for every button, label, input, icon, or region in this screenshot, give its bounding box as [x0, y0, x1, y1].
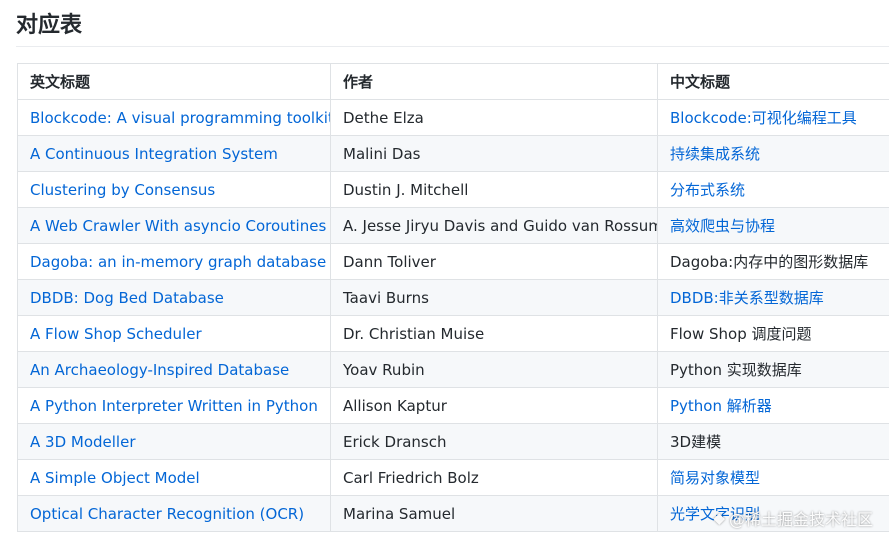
- section-heading: 对应表: [16, 8, 889, 47]
- chinese-title-cell: Python 解析器: [657, 387, 889, 424]
- table-row: A Web Crawler With asyncio Coroutines A. …: [17, 207, 889, 244]
- chinese-title-cell: 高效爬虫与协程: [657, 207, 889, 244]
- author-text: Erick Dransch: [343, 432, 447, 451]
- author-text: Allison Kaptur: [343, 396, 447, 415]
- juejin-logo-icon: ◆: [713, 509, 725, 527]
- author-cell: Marina Samuel: [330, 495, 658, 532]
- author-cell: Erick Dransch: [330, 423, 658, 460]
- chinese-title-text: Python 实现数据库: [670, 361, 802, 379]
- english-title-link[interactable]: A Flow Shop Scheduler: [30, 325, 202, 343]
- author-cell: Dethe Elza: [330, 99, 658, 136]
- author-text: Dann Toliver: [343, 252, 436, 271]
- english-title-link[interactable]: Optical Character Recognition (OCR): [30, 505, 304, 523]
- english-title-link[interactable]: A Web Crawler With asyncio Coroutines: [30, 217, 326, 235]
- chinese-title-cell: 简易对象模型: [657, 459, 889, 496]
- table-row: A Simple Object Model Carl Friedrich Bolz…: [17, 459, 889, 496]
- author-text: Marina Samuel: [343, 504, 456, 523]
- chinese-title-link[interactable]: 高效爬虫与协程: [670, 217, 775, 235]
- chinese-title-text: Dagoba:内存中的图形数据库: [670, 253, 869, 271]
- english-title-cell: A Flow Shop Scheduler: [17, 315, 331, 352]
- author-text: Dethe Elza: [343, 108, 424, 127]
- author-cell: Allison Kaptur: [330, 387, 658, 424]
- chinese-title-text: Flow Shop 调度问题: [670, 325, 812, 343]
- chinese-title-link[interactable]: 分布式系统: [670, 181, 745, 199]
- english-title-link[interactable]: An Archaeology-Inspired Database: [30, 361, 289, 379]
- table-body: Blockcode: A visual programming toolkit D…: [17, 99, 889, 532]
- column-header-english-title: 英文标题: [17, 63, 331, 100]
- english-title-cell: An Archaeology-Inspired Database: [17, 351, 331, 388]
- author-text: A. Jesse Jiryu Davis and Guido van Rossu…: [343, 216, 658, 235]
- chinese-title-link[interactable]: 持续集成系统: [670, 145, 760, 163]
- chinese-title-link[interactable]: 简易对象模型: [670, 469, 760, 487]
- english-title-cell: A Simple Object Model: [17, 459, 331, 496]
- author-cell: Dr. Christian Muise: [330, 315, 658, 352]
- table-row: A Flow Shop Scheduler Dr. Christian Muise…: [17, 315, 889, 352]
- chinese-title-cell: DBDB:非关系型数据库: [657, 279, 889, 316]
- table-row: DBDB: Dog Bed Database Taavi Burns DBDB:非关…: [17, 279, 889, 316]
- english-title-cell: A Web Crawler With asyncio Coroutines: [17, 207, 331, 244]
- table-row: A Python Interpreter Written in Python Al…: [17, 387, 889, 424]
- chinese-title-cell: Flow Shop 调度问题: [657, 315, 889, 352]
- english-title-link[interactable]: DBDB: Dog Bed Database: [30, 289, 224, 307]
- column-header-author: 作者: [330, 63, 658, 100]
- author-cell: Malini Das: [330, 135, 658, 172]
- chinese-title-link[interactable]: Python 解析器: [670, 397, 772, 415]
- english-title-cell: DBDB: Dog Bed Database: [17, 279, 331, 316]
- table-row: Clustering by Consensus Dustin J. Mitchel…: [17, 171, 889, 208]
- author-cell: Taavi Burns: [330, 279, 658, 316]
- chinese-title-cell: Python 实现数据库: [657, 351, 889, 388]
- english-title-link[interactable]: Blockcode: A visual programming toolkit: [30, 109, 330, 127]
- english-title-cell: A 3D Modeller: [17, 423, 331, 460]
- author-text: Dr. Christian Muise: [343, 324, 485, 343]
- chinese-title-text: 3D建模: [670, 433, 722, 451]
- english-title-link[interactable]: Dagoba: an in-memory graph database: [30, 253, 326, 271]
- chinese-title-cell: Dagoba:内存中的图形数据库: [657, 243, 889, 280]
- author-text: Dustin J. Mitchell: [343, 180, 469, 199]
- english-title-link[interactable]: A Python Interpreter Written in Python: [30, 397, 318, 415]
- chinese-title-cell: 分布式系统: [657, 171, 889, 208]
- chinese-title-link[interactable]: Blockcode:可视化编程工具: [670, 109, 857, 127]
- table-header-row: 英文标题 作者 中文标题: [17, 63, 889, 100]
- author-text: Taavi Burns: [343, 288, 429, 307]
- author-cell: Dustin J. Mitchell: [330, 171, 658, 208]
- english-title-link[interactable]: A 3D Modeller: [30, 433, 136, 451]
- english-title-cell: Clustering by Consensus: [17, 171, 331, 208]
- mapping-table: 英文标题 作者 中文标题 Blockcode: A visual program…: [17, 63, 889, 532]
- chinese-title-cell: 3D建模: [657, 423, 889, 460]
- column-header-chinese-title: 中文标题: [657, 63, 889, 100]
- english-title-cell: Optical Character Recognition (OCR): [17, 495, 331, 532]
- page-title: 对应表: [16, 13, 83, 38]
- table-row: A 3D Modeller Erick Dransch 3D建模: [17, 423, 889, 460]
- author-cell: Carl Friedrich Bolz: [330, 459, 658, 496]
- english-title-cell: A Python Interpreter Written in Python: [17, 387, 331, 424]
- english-title-link[interactable]: A Simple Object Model: [30, 469, 200, 487]
- table-row: Dagoba: an in-memory graph database Dann …: [17, 243, 889, 280]
- table-row: Blockcode: A visual programming toolkit D…: [17, 99, 889, 136]
- author-text: Carl Friedrich Bolz: [343, 468, 479, 487]
- watermark-text: @稀土掘金技术社区: [728, 510, 873, 529]
- author-cell: Dann Toliver: [330, 243, 658, 280]
- chinese-title-link[interactable]: DBDB:非关系型数据库: [670, 289, 824, 307]
- chinese-title-cell: Blockcode:可视化编程工具: [657, 99, 889, 136]
- watermark: ◆ @稀土掘金技术社区: [713, 506, 873, 530]
- author-text: Yoav Rubin: [343, 360, 425, 379]
- english-title-cell: Blockcode: A visual programming toolkit: [17, 99, 331, 136]
- english-title-link[interactable]: A Continuous Integration System: [30, 145, 278, 163]
- author-text: Malini Das: [343, 144, 421, 163]
- table-row: An Archaeology-Inspired Database Yoav Rub…: [17, 351, 889, 388]
- author-cell: Yoav Rubin: [330, 351, 658, 388]
- author-cell: A. Jesse Jiryu Davis and Guido van Rossu…: [330, 207, 658, 244]
- chinese-title-cell: 持续集成系统: [657, 135, 889, 172]
- table-row: A Continuous Integration System Malini Da…: [17, 135, 889, 172]
- english-title-cell: A Continuous Integration System: [17, 135, 331, 172]
- english-title-cell: Dagoba: an in-memory graph database: [17, 243, 331, 280]
- english-title-link[interactable]: Clustering by Consensus: [30, 181, 215, 199]
